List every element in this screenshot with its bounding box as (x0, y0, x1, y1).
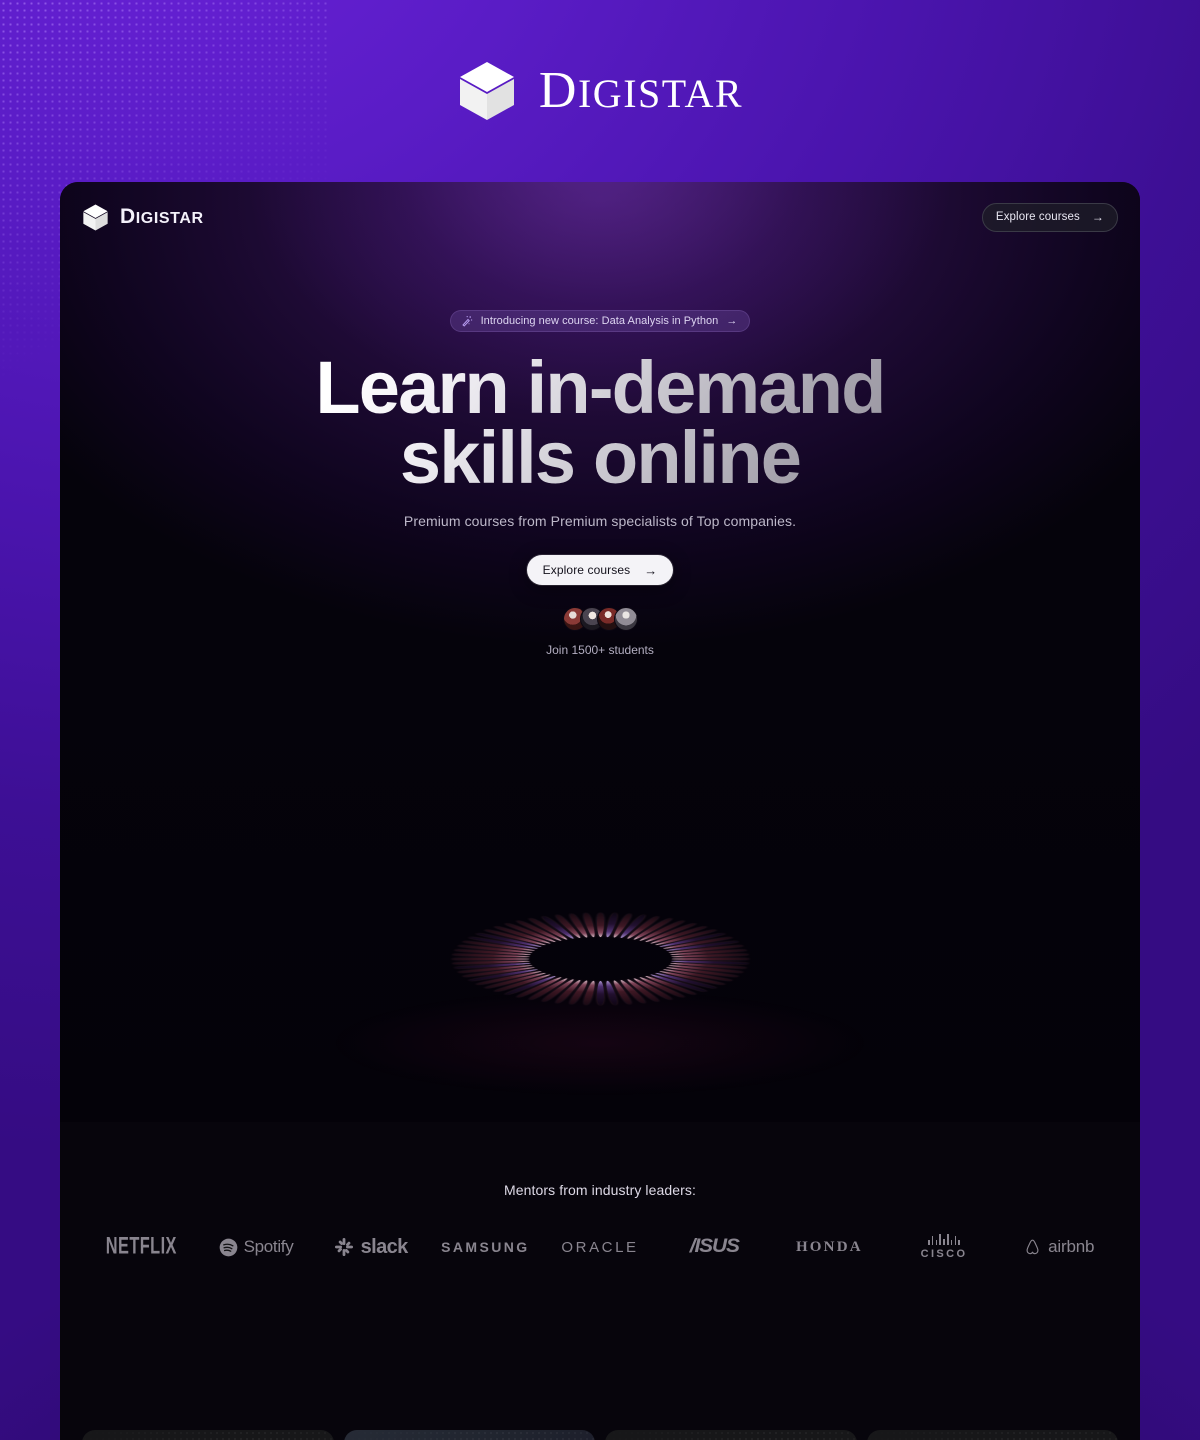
brand-wordmark-initial: D (538, 62, 578, 119)
panel-logo-wordmark: DIGISTAR (120, 205, 204, 229)
brand-wordmark: DIGISTAR (539, 65, 743, 117)
panel-logo[interactable]: DIGISTAR (82, 203, 204, 232)
sparkle-icon (461, 315, 473, 327)
mentors-section: Mentors from industry leaders: NETFLIX S… (60, 1182, 1140, 1262)
slack-logo-label: slack (360, 1235, 409, 1258)
cube-icon (457, 60, 517, 122)
header-explore-courses-button[interactable]: Explore courses → (981, 202, 1118, 232)
announcement-badge-text: Introducing new course: Data Analysis in… (480, 315, 719, 327)
course-card-graphic-design[interactable]: Graphic Design 12 courses (82, 1430, 334, 1440)
cisco-logo: CISCO (887, 1232, 1002, 1262)
course-card-ux-ui-design[interactable]: UX/UI Design 12 courses → (343, 1430, 595, 1440)
arrow-right-icon: → (726, 315, 738, 327)
netflix-logo-label: NETFLIX (105, 1232, 177, 1260)
avatar (613, 607, 638, 631)
course-category-cards: Graphic Design 12 courses UX/UI Design 1… (82, 1430, 1118, 1440)
hero-explore-courses-button[interactable]: Explore courses → (526, 555, 674, 585)
card-dot-texture (866, 1430, 1118, 1440)
samsung-logo-label: SAMSUNG (441, 1239, 530, 1255)
brand-logo-row: NETFLIX Spotify slack SAMSUNG ORACLE /IS… (60, 1232, 1140, 1262)
brand-wordmark-rest: IGISTAR (577, 71, 744, 116)
oracle-logo: ORACLE (543, 1232, 658, 1262)
samsung-logo: SAMSUNG (428, 1232, 543, 1262)
asus-logo-label: /ISUS (690, 1236, 740, 1257)
cube-icon (82, 203, 109, 232)
slack-mark-icon (334, 1238, 353, 1256)
hero-explore-courses-label: Explore courses (542, 563, 631, 577)
hero-section: Introducing new course: Data Analysis in… (60, 182, 1140, 1042)
slack-logo: slack (313, 1232, 428, 1262)
headline-line-2: skills online (399, 416, 801, 499)
spotify-mark-icon (219, 1238, 237, 1256)
airbnb-mark-icon (1026, 1239, 1039, 1254)
panel-header: DIGISTAR Explore courses → (60, 182, 1140, 252)
card-dot-texture (343, 1430, 595, 1440)
student-count-text: Join 1500+ students (546, 643, 654, 657)
netflix-logo: NETFLIX (84, 1232, 199, 1262)
announcement-badge[interactable]: Introducing new course: Data Analysis in… (449, 310, 751, 332)
brand-header: DIGISTAR (0, 0, 1200, 182)
course-card-game-development[interactable]: Game Development 12 courses (866, 1430, 1118, 1440)
airbnb-logo: airbnb (1001, 1232, 1116, 1262)
spotify-logo-label: Spotify (243, 1237, 294, 1256)
cisco-logo-label: CISCO (920, 1248, 968, 1260)
app-panel: DIGISTAR Explore courses → Introducing n… (60, 182, 1140, 1440)
spotify-logo: Spotify (199, 1232, 314, 1262)
card-dot-texture (605, 1430, 857, 1440)
airbnb-logo-label: airbnb (1048, 1237, 1095, 1256)
asus-logo: /ISUS (657, 1232, 772, 1262)
hero-subtitle: Premium courses from Premium specialists… (403, 513, 797, 529)
course-card-web-development[interactable]: Web Development 12 courses (605, 1430, 857, 1440)
honda-logo: HONDA (772, 1232, 887, 1262)
mentors-title: Mentors from industry leaders: (503, 1182, 697, 1198)
oracle-logo-label: ORACLE (561, 1238, 639, 1256)
panel-logo-initial: D (120, 205, 136, 228)
header-explore-courses-label: Explore courses (995, 211, 1080, 223)
panel-logo-rest: IGISTAR (135, 210, 204, 227)
cisco-bars-icon (928, 1234, 960, 1245)
arrow-right-icon: → (1091, 210, 1104, 224)
honda-logo-label: HONDA (795, 1238, 863, 1255)
card-dot-texture (82, 1430, 334, 1440)
arrow-right-icon: → (644, 562, 658, 578)
page-title: Learn in-demand skills online (315, 353, 884, 493)
student-avatar-group (562, 607, 638, 631)
